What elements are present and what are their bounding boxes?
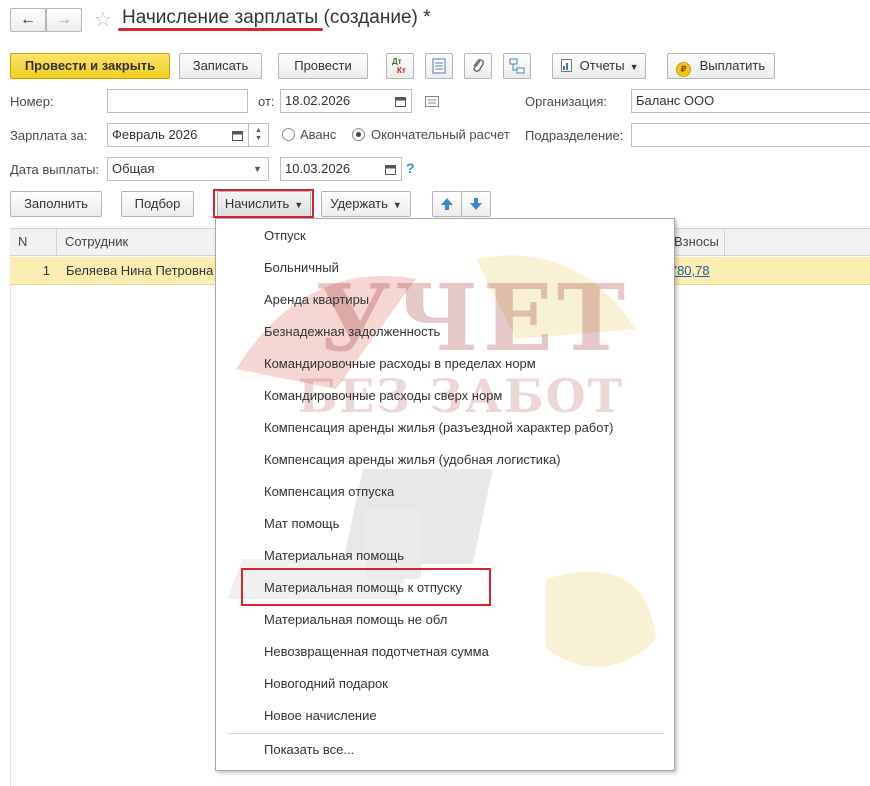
- history-icon[interactable]: [425, 96, 439, 107]
- pay-date-label: Дата выплаты:: [10, 162, 100, 177]
- final-settlement-radio[interactable]: [352, 128, 365, 141]
- arrow-right-icon: →: [56, 11, 72, 28]
- title-underline: [118, 28, 323, 31]
- coin-icon: ₽: [676, 62, 691, 77]
- menu-item[interactable]: Материальная помощь не обл: [264, 610, 447, 630]
- menu-item[interactable]: Материальная помощь: [264, 546, 404, 566]
- document-list-button[interactable]: [425, 53, 453, 79]
- pay-date-field[interactable]: 10.03.2026: [280, 157, 382, 181]
- organization-label: Организация:: [525, 94, 608, 109]
- pay-button[interactable]: ₽ Выплатить: [667, 53, 775, 79]
- save-button[interactable]: Записать: [179, 53, 262, 79]
- number-field[interactable]: [107, 89, 248, 113]
- structure-icon: [509, 58, 525, 74]
- month-stepper[interactable]: ▲ ▼: [249, 123, 269, 147]
- calendar-icon: [385, 164, 396, 175]
- menu-highlight-frame: [241, 568, 491, 606]
- menu-item[interactable]: Мат помощь: [264, 514, 339, 534]
- menu-item-show-all[interactable]: Показать все...: [264, 740, 354, 760]
- dt-kt-icon: Дт Кт: [392, 57, 406, 75]
- accrue-highlight-frame: [213, 189, 314, 218]
- page-title: Начисление зарплаты (создание) *: [122, 7, 431, 28]
- arrow-up-icon: [441, 198, 453, 210]
- dt-kt-button[interactable]: Дт Кт: [386, 53, 414, 79]
- arrow-left-icon: ←: [20, 11, 36, 28]
- favorite-star-icon[interactable]: ☆: [94, 7, 112, 32]
- menu-item[interactable]: Командировочные расходы в пределах норм: [264, 354, 536, 374]
- calendar-button[interactable]: [390, 89, 412, 113]
- menu-item[interactable]: Больничный: [264, 258, 339, 278]
- division-field[interactable]: [631, 123, 870, 147]
- chevron-down-icon: ▼: [253, 164, 262, 174]
- pay-date-calendar-button[interactable]: [380, 157, 402, 181]
- menu-item[interactable]: Новое начисление: [264, 706, 377, 726]
- structure-button[interactable]: [503, 53, 531, 79]
- from-label: от:: [258, 94, 275, 109]
- post-and-close-button[interactable]: Провести и закрыть: [10, 53, 170, 79]
- menu-item[interactable]: Аренда квартиры: [264, 290, 369, 310]
- forward-button[interactable]: →: [46, 8, 82, 32]
- accrue-dropdown-menu: УЧЕТ БЕЗ ЗАБОТ Отпуск Больничный Аренда кв…: [215, 218, 675, 771]
- menu-item[interactable]: Новогодний подарок: [264, 674, 388, 694]
- calendar-icon: [395, 96, 406, 107]
- month-calendar-button[interactable]: [227, 123, 249, 147]
- menu-item[interactable]: Невозвращенная подотчетная сумма: [264, 642, 489, 662]
- document-list-icon: [432, 58, 446, 74]
- chevron-down-icon: ▼: [392, 199, 402, 210]
- move-down-button[interactable]: [461, 191, 491, 217]
- advance-label: Аванс: [300, 127, 337, 142]
- row-employee: Беляева Нина Петровна: [66, 263, 214, 278]
- withhold-button[interactable]: Удержать ▼: [321, 191, 411, 217]
- stepper-down-icon: ▼: [255, 135, 262, 142]
- post-button[interactable]: Провести: [278, 53, 368, 79]
- arrow-down-icon: [470, 198, 482, 210]
- salary-for-field[interactable]: Февраль 2026: [107, 123, 229, 147]
- organization-field[interactable]: Баланс ООО: [631, 89, 870, 113]
- advance-radio[interactable]: [282, 128, 295, 141]
- paperclip-icon: [473, 59, 484, 72]
- row-number: 1: [42, 263, 50, 278]
- menu-item[interactable]: Безнадежная задолженность: [264, 322, 440, 342]
- pay-date-type-select[interactable]: Общая: [107, 157, 249, 181]
- number-label: Номер:: [10, 94, 54, 109]
- menu-separator: [228, 733, 664, 734]
- fill-button[interactable]: Заполнить: [10, 191, 102, 217]
- menu-item[interactable]: Компенсация отпуска: [264, 482, 394, 502]
- report-icon: [561, 59, 572, 72]
- menu-item[interactable]: Компенсация аренды жилья (удобная логист…: [264, 450, 561, 470]
- menu-item[interactable]: Отпуск: [264, 226, 306, 246]
- from-date-field[interactable]: 18.02.2026: [280, 89, 392, 113]
- column-n[interactable]: N: [10, 228, 57, 256]
- calendar-icon: [232, 130, 243, 141]
- menu-item[interactable]: Компенсация аренды жилья (разъездной хар…: [264, 418, 613, 438]
- back-button[interactable]: ←: [10, 8, 46, 32]
- stepper-up-icon: ▲: [255, 127, 262, 134]
- select-button[interactable]: Подбор: [121, 191, 194, 217]
- menu-item[interactable]: Командировочные расходы сверх норм: [264, 386, 502, 406]
- reports-button[interactable]: Отчеты ▼: [552, 53, 646, 79]
- salary-for-label: Зарплата за:: [10, 128, 88, 143]
- move-up-button[interactable]: [432, 191, 462, 217]
- division-label: Подразделение:: [525, 128, 624, 143]
- chevron-down-icon: ▼: [629, 61, 639, 72]
- help-icon[interactable]: ?: [406, 160, 415, 176]
- pay-date-type-dropdown[interactable]: ▼: [247, 157, 269, 181]
- attach-button[interactable]: [464, 53, 492, 79]
- final-settlement-label: Окончательный расчет: [371, 127, 510, 142]
